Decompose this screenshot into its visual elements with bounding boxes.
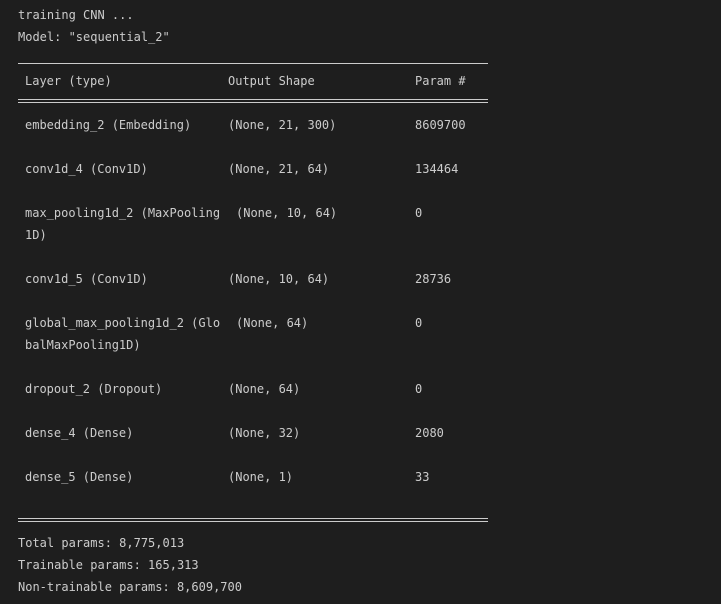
- layer-name-continued: balMaxPooling1D): [25, 338, 141, 352]
- param-count: 33: [415, 470, 430, 484]
- table-row: dense_5 (Dense) (None, 1) 33: [0, 470, 721, 514]
- footer-double-rule: [18, 518, 488, 522]
- column-header-params: Param #: [415, 74, 466, 88]
- param-count: 0: [415, 382, 423, 396]
- total-params: Total params: 8,775,013: [18, 536, 185, 550]
- param-count: 0: [415, 316, 423, 330]
- layer-name: conv1d_4 (Conv1D): [25, 162, 148, 176]
- table-row: dropout_2 (Dropout) (None, 64) 0: [0, 382, 721, 426]
- param-count: 28736: [415, 272, 452, 286]
- output-shape: (None, 32): [228, 426, 301, 440]
- table-row: conv1d_5 (Conv1D) (None, 10, 64) 28736: [0, 272, 721, 316]
- output-shape: (None, 10, 64): [236, 206, 338, 220]
- output-shape: (None, 64): [236, 316, 309, 330]
- table-row: conv1d_4 (Conv1D) (None, 21, 64) 134464: [0, 162, 721, 206]
- param-count: 8609700: [415, 118, 466, 132]
- output-shape: (None, 21, 64): [228, 162, 330, 176]
- output-shape: (None, 21, 300): [228, 118, 337, 132]
- layer-name: conv1d_5 (Conv1D): [25, 272, 148, 286]
- table-row: embedding_2 (Embedding) (None, 21, 300) …: [0, 118, 721, 162]
- column-header-layer: Layer (type): [25, 74, 112, 88]
- layer-name: embedding_2 (Embedding): [25, 118, 192, 132]
- header-double-rule: [18, 99, 488, 103]
- param-count: 2080: [415, 426, 444, 440]
- layer-name: dense_5 (Dense): [25, 470, 134, 484]
- layer-name: dropout_2 (Dropout): [25, 382, 163, 396]
- table-row: max_pooling1d_2 (MaxPooling 1D) (None, 1…: [0, 206, 721, 250]
- top-rule: [18, 63, 488, 64]
- param-count: 0: [415, 206, 423, 220]
- column-header-output-shape: Output Shape: [228, 74, 315, 88]
- layer-name-continued: 1D): [25, 228, 47, 242]
- layer-name: dense_4 (Dense): [25, 426, 134, 440]
- table-row: global_max_pooling1d_2 (Glo balMaxPoolin…: [0, 316, 721, 360]
- table-row: dense_4 (Dense) (None, 32) 2080: [0, 426, 721, 470]
- output-shape: (None, 10, 64): [228, 272, 330, 286]
- layer-name: global_max_pooling1d_2 (Glo: [25, 316, 221, 330]
- output-shape: (None, 1): [228, 470, 294, 484]
- console-output: training CNN ... Model: "sequential_2" L…: [0, 0, 721, 604]
- non-trainable-params: Non-trainable params: 8,609,700: [18, 580, 242, 594]
- layer-name: max_pooling1d_2 (MaxPooling: [25, 206, 221, 220]
- status-line: training CNN ...: [18, 8, 134, 22]
- model-name-line: Model: "sequential_2": [18, 30, 170, 44]
- output-shape: (None, 64): [228, 382, 301, 396]
- param-count: 134464: [415, 162, 459, 176]
- trainable-params: Trainable params: 165,313: [18, 558, 199, 572]
